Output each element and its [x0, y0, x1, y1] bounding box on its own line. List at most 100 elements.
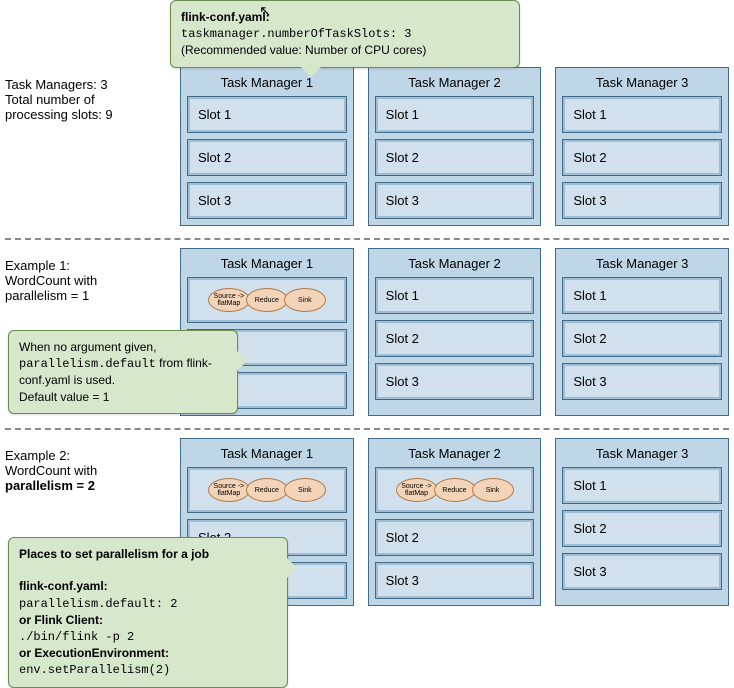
- operator-pill: Source -> flatMap: [208, 478, 250, 502]
- label-line: Example 1:: [5, 258, 174, 273]
- operator-chain: Source -> flatMapReduceSink: [386, 478, 524, 502]
- callout-pointer-icon: [237, 351, 247, 371]
- task-manager-title: Task Manager 2: [375, 443, 535, 467]
- callout-line: ./bin/flink -p 2: [19, 630, 134, 644]
- slot-label: Slot 3: [198, 193, 231, 208]
- slot-label: Slot 1: [573, 478, 606, 493]
- task-slot: Slot 1: [562, 96, 722, 133]
- task-slot: Source -> flatMapReduceSink: [187, 277, 347, 323]
- label-line: WordCount with: [5, 463, 174, 478]
- task-manager-row: Task Manager 1 Source -> flatMapReduceSin…: [180, 248, 729, 416]
- operator-pill: Source -> flatMap: [208, 288, 250, 312]
- task-slot: Slot 3: [375, 363, 535, 400]
- task-manager-box: Task Manager 2 Source -> flatMapReduceSin…: [368, 438, 542, 606]
- callout-line: flink-conf.yaml:: [181, 10, 270, 24]
- task-manager-title: Task Manager 2: [375, 253, 535, 277]
- callout-line: or Flink Client:: [19, 613, 103, 627]
- task-slot: Slot 3: [187, 182, 347, 219]
- callout-title: Places to set parallelism for a job: [19, 547, 209, 561]
- slot-label: Slot 1: [386, 288, 419, 303]
- task-slot: Slot 3: [562, 363, 722, 400]
- task-manager-title: Task Manager 3: [562, 72, 722, 96]
- task-slot: Slot 3: [562, 553, 722, 590]
- callout-pointer-icon: [287, 558, 297, 578]
- task-slot: Slot 1: [187, 96, 347, 133]
- diagram-row-0: Task Managers: 3Total number ofprocessin…: [5, 59, 729, 240]
- operator-chain: Source -> flatMapReduceSink: [198, 288, 336, 312]
- slot-label: Slot 3: [573, 564, 606, 579]
- slot-label: Slot 2: [573, 150, 606, 165]
- callout-line: flink-conf.yaml:: [19, 579, 108, 593]
- slot-label: Slot 3: [386, 193, 419, 208]
- operator-pill: Reduce: [434, 478, 476, 502]
- task-manager-title: Task Manager 2: [375, 72, 535, 96]
- slot-label: Slot 2: [198, 150, 231, 165]
- task-manager-box: Task Manager 2 Slot 1 Slot 2 Slot 3: [368, 248, 542, 416]
- task-slot: Slot 2: [187, 139, 347, 176]
- task-manager-box: Task Manager 3 Slot 1 Slot 2 Slot 3: [555, 67, 729, 226]
- task-slot: Slot 1: [375, 96, 535, 133]
- slot-label: Slot 3: [386, 374, 419, 389]
- slot-label: Slot 3: [386, 573, 419, 588]
- label-line: Task Managers: 3: [5, 77, 174, 92]
- callout-line: parallelism.default: 2: [19, 597, 177, 611]
- task-slot: Slot 2: [375, 320, 535, 357]
- callout-line: Default value = 1: [19, 390, 109, 404]
- callout-flink-conf: flink-conf.yaml: ↖ taskmanager.numberOfT…: [170, 0, 520, 68]
- slot-label: Slot 1: [573, 107, 606, 122]
- task-manager-title: Task Manager 1: [187, 443, 347, 467]
- label-line-bold: parallelism = 2: [5, 478, 174, 493]
- task-slot: Source -> flatMapReduceSink: [375, 467, 535, 513]
- callout-line: parallelism.default: [19, 357, 156, 371]
- slot-label: Slot 2: [386, 150, 419, 165]
- task-manager-title: Task Manager 1: [187, 253, 347, 277]
- task-manager-box: Task Manager 3 Slot 1 Slot 2 Slot 3: [555, 438, 729, 606]
- task-slot: Slot 1: [562, 467, 722, 504]
- task-slot: Slot 1: [375, 277, 535, 314]
- slot-label: Slot 1: [573, 288, 606, 303]
- task-manager-box: Task Manager 2Slot 1 Slot 2 Slot 3: [368, 67, 542, 226]
- operator-chain: Source -> flatMapReduceSink: [198, 478, 336, 502]
- label-line: Total number of: [5, 92, 174, 107]
- task-slot: Slot 2: [562, 139, 722, 176]
- operator-pill: Reduce: [246, 478, 288, 502]
- task-slot: Slot 2: [375, 139, 535, 176]
- slot-label: Slot 2: [386, 530, 419, 545]
- task-slot: Source -> flatMapReduceSink: [187, 467, 347, 513]
- task-slot: Slot 3: [375, 562, 535, 599]
- slot-label: Slot 2: [573, 521, 606, 536]
- row-label: Task Managers: 3Total number ofprocessin…: [5, 67, 180, 226]
- callout-line: env.setParallelism(2): [19, 663, 170, 677]
- label-line: WordCount with: [5, 273, 174, 288]
- slot-label: Slot 3: [573, 193, 606, 208]
- task-manager-title: Task Manager 3: [562, 443, 722, 467]
- operator-pill: Sink: [284, 478, 326, 502]
- label-line: parallelism = 1: [5, 288, 174, 303]
- task-manager-box: Task Manager 1 Slot 1 Slot 2 Slot 3: [180, 67, 354, 226]
- task-slot: Slot 2: [375, 519, 535, 556]
- task-manager-box: Task Manager 3Slot 1Slot 2Slot 3: [555, 248, 729, 416]
- callout-line: When no argument given,: [19, 340, 156, 354]
- task-slot: Slot 2: [562, 320, 722, 357]
- task-slot: Slot 3: [562, 182, 722, 219]
- operator-pill: Source -> flatMap: [396, 478, 438, 502]
- label-line: Example 2:: [5, 448, 174, 463]
- task-slot: Slot 2: [562, 510, 722, 547]
- task-slot: Slot 1: [562, 277, 722, 314]
- slot-label: Slot 2: [573, 331, 606, 346]
- callout-line: or ExecutionEnvironment:: [19, 646, 169, 660]
- operator-pill: Reduce: [246, 288, 288, 312]
- operator-pill: Sink: [472, 478, 514, 502]
- slot-label: Slot 3: [573, 374, 606, 389]
- slot-label: Slot 1: [198, 107, 231, 122]
- callout-line: (Recommended value: Number of CPU cores): [181, 43, 426, 57]
- task-slot: Slot 3: [375, 182, 535, 219]
- label-line: processing slots: 9: [5, 107, 174, 122]
- callout-pointer-icon: [301, 67, 321, 77]
- callout-default-parallelism: When no argument given, parallelism.defa…: [8, 330, 238, 414]
- operator-pill: Sink: [284, 288, 326, 312]
- callout-places-to-set: Places to set parallelism for a job flin…: [8, 537, 288, 688]
- task-manager-row: Task Manager 1Slot 1Slot 2Slot 3Task Man…: [180, 67, 729, 226]
- task-manager-title: Task Manager 1: [187, 72, 347, 96]
- callout-line: taskmanager.numberOfTaskSlots: 3: [181, 27, 411, 41]
